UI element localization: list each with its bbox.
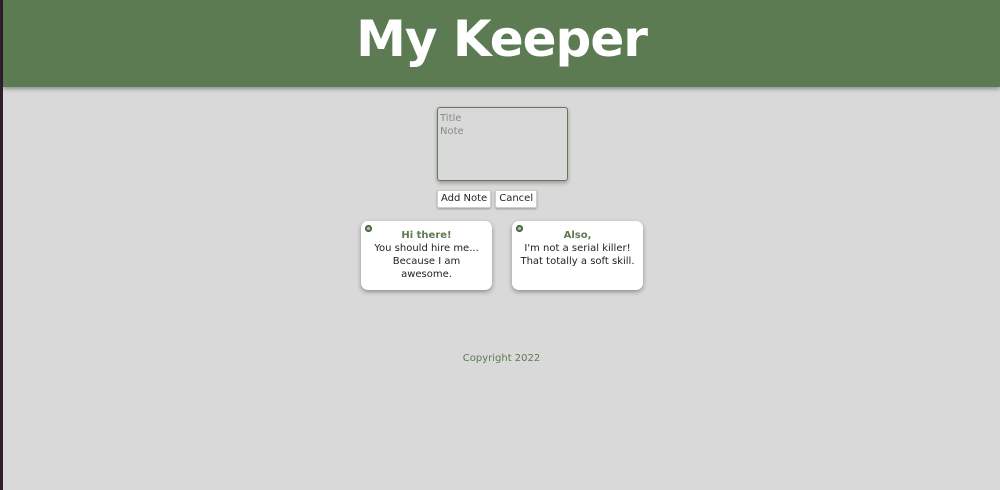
app-header: My Keeper: [3, 0, 1000, 87]
copyright-footer: Copyright 2022: [462, 353, 541, 364]
cancel-button[interactable]: Cancel: [495, 190, 538, 208]
create-note-form: [437, 107, 568, 181]
delete-note-icon[interactable]: [365, 225, 372, 232]
delete-note-icon[interactable]: [516, 225, 523, 232]
note-card: Hi there! You should hire me... Because …: [361, 221, 492, 290]
note-content: I'm not a serial killer! That totally a …: [520, 243, 635, 267]
note-title: Hi there!: [401, 230, 452, 241]
note-content-input[interactable]: [438, 126, 567, 176]
app-title: My Keeper: [356, 10, 648, 68]
app-page: My Keeper Add Note Cancel Hi there! You …: [0, 0, 1000, 490]
note-title-input[interactable]: [438, 110, 567, 126]
note-title: Also,: [563, 230, 592, 241]
add-note-button[interactable]: Add Note: [437, 190, 492, 208]
compose-actions: Add Note Cancel: [437, 190, 541, 208]
note-card: Also, I'm not a serial killer! That tota…: [512, 221, 643, 290]
note-content: You should hire me... Because I am aweso…: [374, 243, 479, 280]
